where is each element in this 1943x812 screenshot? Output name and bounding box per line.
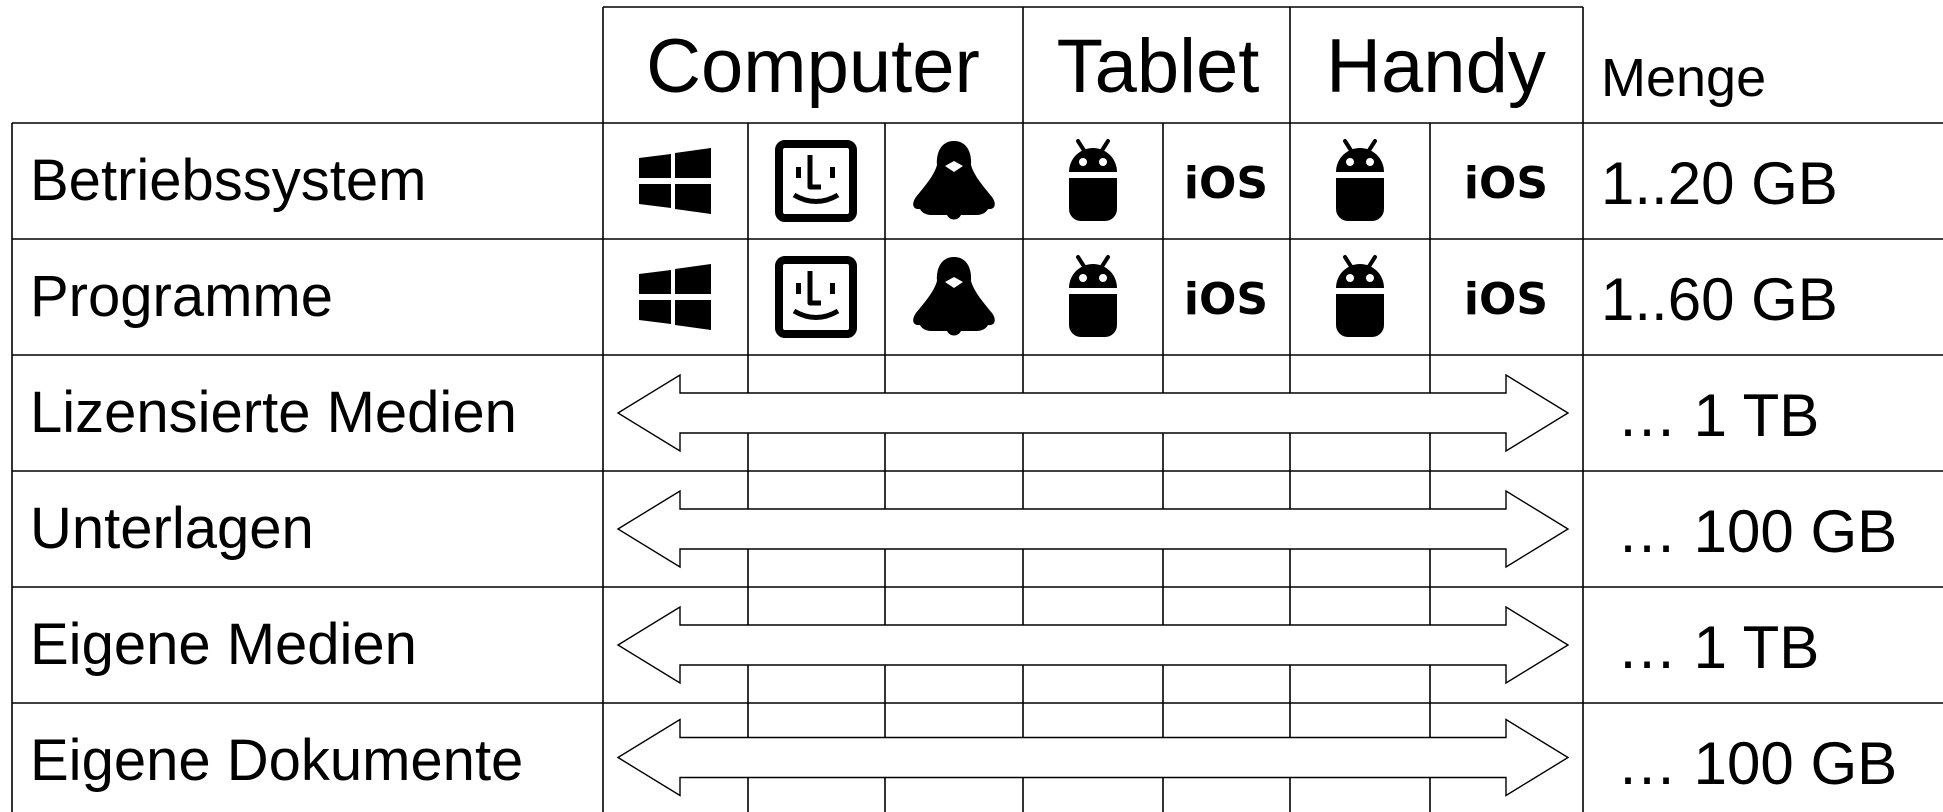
header-amount: Menge <box>1601 48 1766 108</box>
row-label-unterlagen: Unterlagen <box>30 496 314 561</box>
linux-tux-icon <box>913 141 995 220</box>
shared-arrows <box>616 373 1570 797</box>
android-icon <box>1067 255 1119 339</box>
header-computer: Computer <box>646 24 980 109</box>
header-handy: Handy <box>1326 24 1546 109</box>
row-label-programme: Programme <box>30 264 333 329</box>
row-label-lizensierte-medien: Lizensierte Medien <box>30 380 517 445</box>
windows-icon <box>639 264 711 330</box>
row-label-betriebssystem: Betriebssystem <box>30 148 426 213</box>
amount-programme: 1..60 GB <box>1601 266 1838 333</box>
linux-tux-icon <box>913 257 995 336</box>
ios-icon: iOS <box>1464 158 1548 209</box>
row-label-eigene-medien: Eigene Medien <box>30 612 417 677</box>
row-label-eigene-dokumente: Eigene Dokumente <box>30 728 523 793</box>
amount-betriebssystem: 1..20 GB <box>1601 150 1838 217</box>
ios-icon: iOS <box>1464 274 1548 325</box>
ios-icon: iOS <box>1184 158 1268 209</box>
storage-matrix-diagram: iOS iOS iOS iOS Computer Tablet Handy Menge… <box>11 6 1943 812</box>
shared-arrow <box>616 718 1570 797</box>
shared-arrow <box>616 605 1570 685</box>
android-icon <box>1334 139 1386 223</box>
android-icon <box>1334 255 1386 339</box>
android-icon <box>1067 139 1119 223</box>
finder-icon <box>779 260 853 334</box>
amount-unterlagen: … 100 GB <box>1617 498 1897 565</box>
windows-icon <box>639 148 711 214</box>
header-tablet: Tablet <box>1057 24 1260 109</box>
shared-arrow <box>616 373 1570 453</box>
amount-eigene-medien: … 1 TB <box>1617 614 1819 681</box>
ios-icon: iOS <box>1184 274 1268 325</box>
amount-eigene-dokumente: … 100 GB <box>1617 730 1897 797</box>
shared-arrow <box>616 489 1570 569</box>
finder-icon <box>779 144 853 218</box>
amount-lizensierte-medien: … 1 TB <box>1617 382 1819 449</box>
